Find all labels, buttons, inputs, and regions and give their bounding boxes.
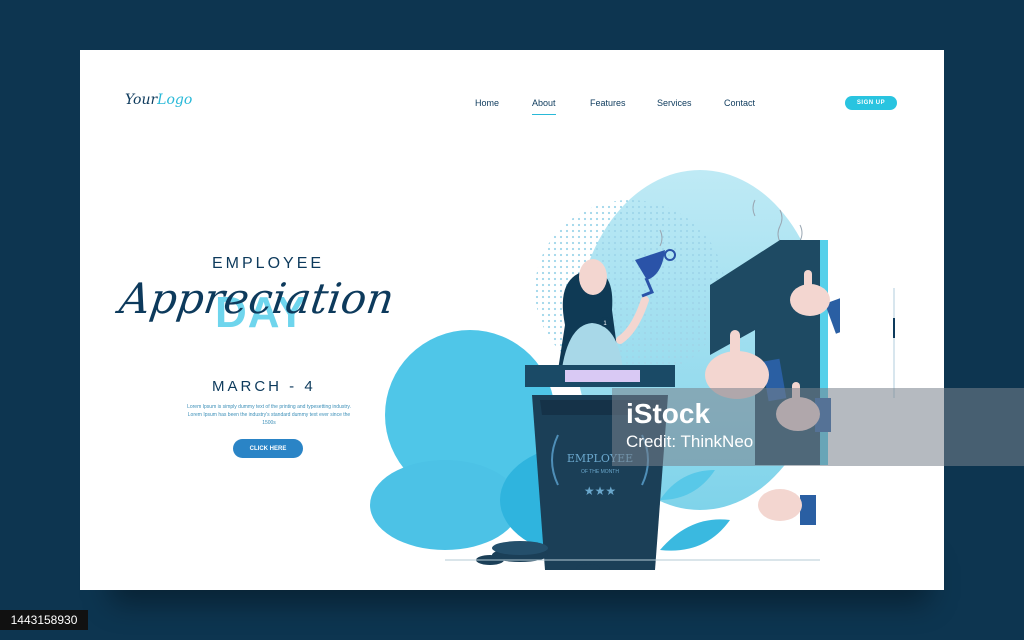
click-here-button[interactable]: CLICK HERE [233,439,303,458]
employee-award-illustration: 1 EMPLOYEE OF THE MONTH ★★★ [370,170,840,570]
nav-services[interactable]: Services [657,98,692,108]
nav-home[interactable]: Home [475,98,499,108]
slide-indicator-thumb[interactable] [893,318,895,338]
site-logo[interactable]: YourLogo [125,92,192,108]
logo-accent-text: Logo [157,92,193,108]
star-icons: ★★★ [584,484,616,498]
hero-title-script: Appreciation [116,274,398,323]
landing-page-card: YourLogo Home About Features Services Co… [80,50,944,590]
nav-about[interactable]: About [532,98,556,115]
hero-description: Lorem Ipsum is simply dummy text of the … [187,404,351,426]
nav-features[interactable]: Features [590,98,626,108]
sign-up-button[interactable]: SIGN UP [845,96,897,110]
watermark-brand: iStock [626,398,711,429]
nav-contact[interactable]: Contact [724,98,755,108]
podium-subtitle: OF THE MONTH [581,469,619,475]
hero-kicker: EMPLOYEE [212,255,325,272]
logo-text: Your [125,92,158,108]
slide-indicator[interactable] [893,288,895,398]
hero-date: MARCH - 4 [212,378,316,395]
image-id-label: 1443158930 [0,610,88,630]
watermark-credit: Credit: ThinkNeo [626,432,754,451]
